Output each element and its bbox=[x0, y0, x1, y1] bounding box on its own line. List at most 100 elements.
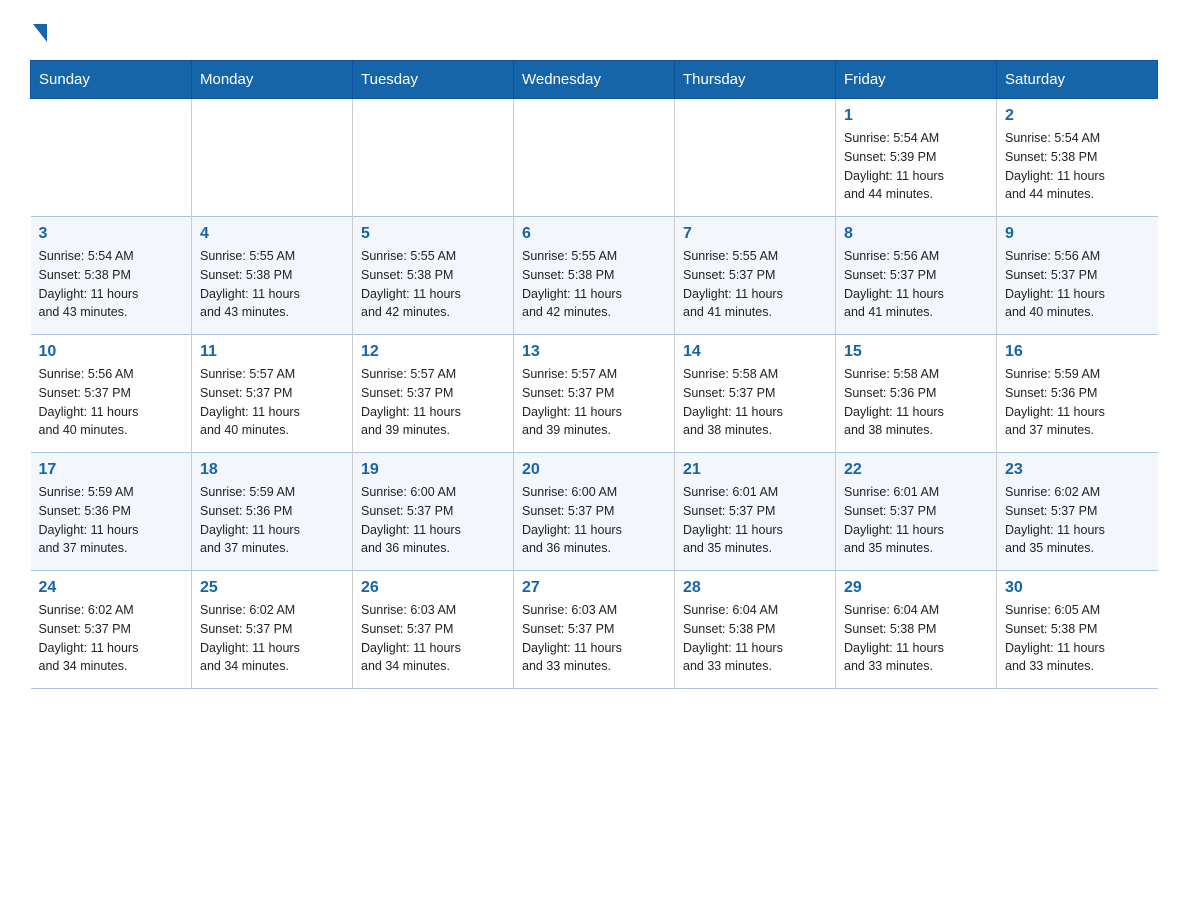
calendar-cell: 21Sunrise: 6:01 AMSunset: 5:37 PMDayligh… bbox=[675, 453, 836, 571]
calendar-cell: 22 Sunrise: 6:01 AMSunset: 5:37 PMDayligh… bbox=[836, 453, 997, 571]
day-number: 28 bbox=[683, 579, 827, 597]
day-number: 16 bbox=[1005, 343, 1150, 361]
column-header-friday: Friday bbox=[836, 61, 997, 99]
day-info: Sunrise: 5:56 AMSunset: 5:37 PMDaylight:… bbox=[844, 247, 988, 322]
day-info: Sunrise: 5:55 AMSunset: 5:38 PMDaylight:… bbox=[361, 247, 505, 322]
header bbox=[30, 20, 1158, 42]
calendar-cell bbox=[192, 99, 353, 217]
day-info: Sunrise: 5:56 AMSunset: 5:37 PMDaylight:… bbox=[39, 365, 184, 440]
day-number: 25 bbox=[200, 579, 344, 597]
day-info: Sunrise: 5:54 AMSunset: 5:39 PMDaylight:… bbox=[844, 129, 988, 204]
day-info: Sunrise: 5:59 AMSunset: 5:36 PMDaylight:… bbox=[1005, 365, 1150, 440]
calendar-cell: 24Sunrise: 6:02 AMSunset: 5:37 PMDayligh… bbox=[31, 571, 192, 689]
day-number: 1 bbox=[844, 107, 988, 125]
calendar-cell: 18Sunrise: 5:59 AMSunset: 5:36 PMDayligh… bbox=[192, 453, 353, 571]
calendar-cell: 8 Sunrise: 5:56 AMSunset: 5:37 PMDaylight… bbox=[836, 217, 997, 335]
calendar-cell: 5 Sunrise: 5:55 AMSunset: 5:38 PMDaylight… bbox=[353, 217, 514, 335]
calendar-cell bbox=[31, 99, 192, 217]
day-info: Sunrise: 6:03 AMSunset: 5:37 PMDaylight:… bbox=[361, 601, 505, 676]
calendar-cell: 28 Sunrise: 6:04 AMSunset: 5:38 PMDayligh… bbox=[675, 571, 836, 689]
calendar-cell: 2 Sunrise: 5:54 AMSunset: 5:38 PMDaylight… bbox=[997, 99, 1158, 217]
day-info: Sunrise: 6:02 AMSunset: 5:37 PMDaylight:… bbox=[200, 601, 344, 676]
day-number: 10 bbox=[39, 343, 184, 361]
day-info: Sunrise: 5:58 AMSunset: 5:36 PMDaylight:… bbox=[844, 365, 988, 440]
calendar-cell: 20Sunrise: 6:00 AMSunset: 5:37 PMDayligh… bbox=[514, 453, 675, 571]
calendar-cell: 14 Sunrise: 5:58 AMSunset: 5:37 PMDayligh… bbox=[675, 335, 836, 453]
day-info: Sunrise: 5:55 AMSunset: 5:38 PMDaylight:… bbox=[522, 247, 666, 322]
calendar-week-row: 1 Sunrise: 5:54 AMSunset: 5:39 PMDaylight… bbox=[31, 99, 1158, 217]
day-number: 15 bbox=[844, 343, 988, 361]
day-number: 6 bbox=[522, 225, 666, 243]
calendar-cell bbox=[675, 99, 836, 217]
calendar-cell: 15 Sunrise: 5:58 AMSunset: 5:36 PMDayligh… bbox=[836, 335, 997, 453]
day-number: 22 bbox=[844, 461, 988, 479]
day-info: Sunrise: 6:02 AMSunset: 5:37 PMDaylight:… bbox=[1005, 483, 1150, 558]
day-number: 30 bbox=[1005, 579, 1150, 597]
day-number: 29 bbox=[844, 579, 988, 597]
day-info: Sunrise: 5:54 AMSunset: 5:38 PMDaylight:… bbox=[1005, 129, 1150, 204]
day-number: 5 bbox=[361, 225, 505, 243]
day-info: Sunrise: 6:00 AMSunset: 5:37 PMDaylight:… bbox=[522, 483, 666, 558]
day-number: 14 bbox=[683, 343, 827, 361]
calendar-cell: 12 Sunrise: 5:57 AMSunset: 5:37 PMDayligh… bbox=[353, 335, 514, 453]
calendar-week-row: 17 Sunrise: 5:59 AMSunset: 5:36 PMDayligh… bbox=[31, 453, 1158, 571]
day-info: Sunrise: 6:01 AMSunset: 5:37 PMDaylight:… bbox=[844, 483, 988, 558]
day-info: Sunrise: 5:55 AMSunset: 5:38 PMDaylight:… bbox=[200, 247, 344, 322]
day-info: Sunrise: 5:56 AMSunset: 5:37 PMDaylight:… bbox=[1005, 247, 1150, 322]
day-info: Sunrise: 5:54 AMSunset: 5:38 PMDaylight:… bbox=[39, 247, 184, 322]
calendar-cell: 30Sunrise: 6:05 AMSunset: 5:38 PMDayligh… bbox=[997, 571, 1158, 689]
column-header-tuesday: Tuesday bbox=[353, 61, 514, 99]
calendar-cell: 29 Sunrise: 6:04 AMSunset: 5:38 PMDayligh… bbox=[836, 571, 997, 689]
calendar-cell: 16 Sunrise: 5:59 AMSunset: 5:36 PMDayligh… bbox=[997, 335, 1158, 453]
day-info: Sunrise: 5:57 AMSunset: 5:37 PMDaylight:… bbox=[361, 365, 505, 440]
calendar-week-row: 24 Sunrise: 6:02 AMSunset: 5:37 PMDayligh… bbox=[31, 571, 1158, 689]
column-header-monday: Monday bbox=[192, 61, 353, 99]
calendar-cell bbox=[514, 99, 675, 217]
day-number: 4 bbox=[200, 225, 344, 243]
calendar-cell: 23Sunrise: 6:02 AMSunset: 5:37 PMDayligh… bbox=[997, 453, 1158, 571]
day-info: Sunrise: 5:57 AMSunset: 5:37 PMDaylight:… bbox=[200, 365, 344, 440]
day-info: Sunrise: 6:04 AMSunset: 5:38 PMDaylight:… bbox=[683, 601, 827, 676]
column-header-saturday: Saturday bbox=[997, 61, 1158, 99]
logo bbox=[30, 20, 47, 42]
calendar-cell: 4 Sunrise: 5:55 AMSunset: 5:38 PMDaylight… bbox=[192, 217, 353, 335]
calendar-cell: 19 Sunrise: 6:00 AMSunset: 5:37 PMDayligh… bbox=[353, 453, 514, 571]
calendar-table: SundayMondayTuesdayWednesdayThursdayFrid… bbox=[30, 60, 1158, 689]
calendar-cell: 6 Sunrise: 5:55 AMSunset: 5:38 PMDaylight… bbox=[514, 217, 675, 335]
column-header-thursday: Thursday bbox=[675, 61, 836, 99]
day-number: 7 bbox=[683, 225, 827, 243]
calendar-cell: 13Sunrise: 5:57 AMSunset: 5:37 PMDayligh… bbox=[514, 335, 675, 453]
day-info: Sunrise: 6:03 AMSunset: 5:37 PMDaylight:… bbox=[522, 601, 666, 676]
calendar-cell: 27 Sunrise: 6:03 AMSunset: 5:37 PMDayligh… bbox=[514, 571, 675, 689]
day-number: 19 bbox=[361, 461, 505, 479]
day-number: 2 bbox=[1005, 107, 1150, 125]
calendar-cell: 17 Sunrise: 5:59 AMSunset: 5:36 PMDayligh… bbox=[31, 453, 192, 571]
day-number: 18 bbox=[200, 461, 344, 479]
day-info: Sunrise: 5:58 AMSunset: 5:37 PMDaylight:… bbox=[683, 365, 827, 440]
day-info: Sunrise: 6:04 AMSunset: 5:38 PMDaylight:… bbox=[844, 601, 988, 676]
day-info: Sunrise: 5:55 AMSunset: 5:37 PMDaylight:… bbox=[683, 247, 827, 322]
calendar-cell: 10 Sunrise: 5:56 AMSunset: 5:37 PMDayligh… bbox=[31, 335, 192, 453]
calendar-cell: 7 Sunrise: 5:55 AMSunset: 5:37 PMDaylight… bbox=[675, 217, 836, 335]
day-number: 27 bbox=[522, 579, 666, 597]
day-number: 12 bbox=[361, 343, 505, 361]
calendar-cell: 25 Sunrise: 6:02 AMSunset: 5:37 PMDayligh… bbox=[192, 571, 353, 689]
day-number: 17 bbox=[39, 461, 184, 479]
logo-arrow-icon bbox=[33, 24, 47, 42]
day-number: 11 bbox=[200, 343, 344, 361]
day-number: 8 bbox=[844, 225, 988, 243]
day-number: 26 bbox=[361, 579, 505, 597]
calendar-header-row: SundayMondayTuesdayWednesdayThursdayFrid… bbox=[31, 61, 1158, 99]
day-number: 24 bbox=[39, 579, 184, 597]
calendar-cell bbox=[353, 99, 514, 217]
calendar-cell: 26 Sunrise: 6:03 AMSunset: 5:37 PMDayligh… bbox=[353, 571, 514, 689]
calendar-cell: 3Sunrise: 5:54 AMSunset: 5:38 PMDaylight… bbox=[31, 217, 192, 335]
day-number: 13 bbox=[522, 343, 666, 361]
column-header-wednesday: Wednesday bbox=[514, 61, 675, 99]
calendar-cell: 1 Sunrise: 5:54 AMSunset: 5:39 PMDaylight… bbox=[836, 99, 997, 217]
calendar-cell: 9Sunrise: 5:56 AMSunset: 5:37 PMDaylight… bbox=[997, 217, 1158, 335]
calendar-week-row: 3Sunrise: 5:54 AMSunset: 5:38 PMDaylight… bbox=[31, 217, 1158, 335]
day-number: 21 bbox=[683, 461, 827, 479]
day-info: Sunrise: 6:00 AMSunset: 5:37 PMDaylight:… bbox=[361, 483, 505, 558]
day-info: Sunrise: 5:59 AMSunset: 5:36 PMDaylight:… bbox=[39, 483, 184, 558]
